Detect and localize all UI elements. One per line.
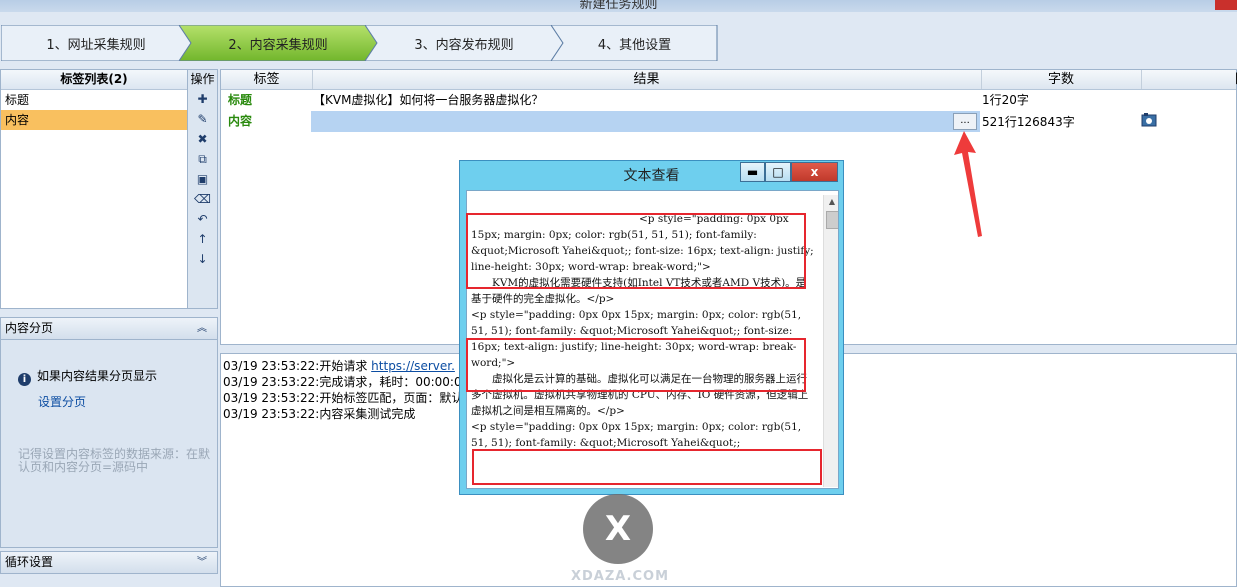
paging-info: i 如果内容结果分页显示 <box>18 367 157 386</box>
window-title: 新建任务规则 <box>579 0 658 12</box>
step-4-label: 4、其他设置 <box>597 37 672 53</box>
row2-result-cell[interactable] <box>311 111 980 132</box>
step-wizard: 1、网址采集规则 2、内容采集规则 3、内容发布规则 4、其他设置 <box>0 25 720 62</box>
move-down-icon[interactable]: ↓ <box>188 249 217 269</box>
log-link[interactable]: https://server. <box>371 359 455 373</box>
log-line: 03/19 23:53:22:开始请求 https://server. <box>223 359 455 373</box>
loop-header-label: 循环设置 <box>5 555 54 569</box>
row1-tag[interactable]: 标题 <box>228 90 252 110</box>
step-1-label: 1、网址采集规则 <box>46 37 146 53</box>
paging-note: 记得设置内容标签的数据来源：在默认页和内容分页=源码中 <box>18 447 211 474</box>
edit-icon[interactable]: ✎ <box>188 109 217 129</box>
row2-tag[interactable]: 内容 <box>228 111 252 131</box>
paging-info-text: 如果内容结果分页显示 <box>37 369 158 383</box>
paging-section-header[interactable]: 内容分页 ︽ <box>0 317 218 340</box>
col-count-header[interactable]: 字数 <box>981 70 1142 89</box>
chevron-down-icon[interactable]: ︾ <box>197 552 207 573</box>
log-line: 03/19 23:53:22:完成请求，耗时：00:00:00. <box>223 375 474 389</box>
delete-icon[interactable]: ✖ <box>188 129 217 149</box>
text-view-dialog: 文本查看 ▬ □ x <p style="padding: 0px 0px 15… <box>459 160 844 495</box>
tag-list-item-title[interactable]: 标题 <box>1 90 187 110</box>
step-4-other-settings[interactable]: 4、其他设置 <box>551 25 718 61</box>
log-line: 03/19 23:53:22:内容采集测试完成 <box>223 407 416 421</box>
set-paging-link[interactable]: 设置分页 <box>38 393 86 410</box>
undo-icon[interactable]: ↶ <box>188 209 217 229</box>
trash-icon[interactable]: ⌫ <box>188 189 217 209</box>
tag-list-header: 标签列表(2) <box>1 70 187 90</box>
col-imglink-header[interactable]: 图链 <box>1141 70 1237 89</box>
row1-count: 1行20字 <box>982 93 1029 107</box>
minimize-button[interactable]: ▬ <box>740 162 765 182</box>
row2-count: 521行126843字 <box>982 115 1075 129</box>
text-line: <p style="padding: 0px 0px 15px; margin:… <box>471 421 802 449</box>
ops-toolbar: 操作 ✚ ✎ ✖ ⧉ ▣ ⌫ ↶ ↑ ↓ <box>188 69 218 309</box>
ops-header: 操作 <box>190 72 215 86</box>
scroll-thumb[interactable] <box>826 211 838 229</box>
maximize-button[interactable]: □ <box>765 162 791 182</box>
annotation-arrow <box>954 131 982 237</box>
window-titlebar: 新建任务规则 <box>0 0 1237 12</box>
step-3-label: 3、内容发布规则 <box>414 37 514 53</box>
chevron-up-icon[interactable]: ︽ <box>197 318 207 339</box>
window-close-button[interactable] <box>1215 0 1237 10</box>
dialog-close-button[interactable]: x <box>791 162 838 182</box>
step-3-publish-rules[interactable]: 3、内容发布规则 <box>365 25 563 61</box>
paging-header-label: 内容分页 <box>5 321 54 335</box>
move-up-icon[interactable]: ↑ <box>188 229 217 249</box>
annotation-box <box>466 338 806 392</box>
step-2-label: 2、内容采集规则 <box>228 37 328 53</box>
loop-section-header[interactable]: 循环设置 ︾ <box>0 551 218 574</box>
annotation-box <box>466 213 806 289</box>
watermark-text: XDAZA.COM <box>570 569 670 584</box>
scroll-up-icon[interactable]: ▲ <box>824 195 838 209</box>
log-line: 03/19 23:53:22:开始标签匹配，页面：默认页 <box>223 391 476 405</box>
grid-header: 标签 结果 字数 图链 <box>221 70 1237 90</box>
vertical-scrollbar[interactable]: ▲ <box>823 195 838 487</box>
step-2-content-rules[interactable]: 2、内容采集规则 <box>179 25 377 61</box>
add-icon[interactable]: ✚ <box>188 89 217 109</box>
col-tag-header[interactable]: 标签 <box>221 70 313 89</box>
paste-icon[interactable]: ▣ <box>188 169 217 189</box>
annotation-box <box>472 449 822 485</box>
step-1-url-rules[interactable]: 1、网址采集规则 <box>1 25 191 61</box>
watermark-logo: X <box>583 494 653 564</box>
info-icon: i <box>18 373 31 386</box>
image-link-icon[interactable] <box>1141 113 1157 128</box>
col-result-header[interactable]: 结果 <box>312 70 982 89</box>
row1-result[interactable]: 【KVM虚拟化】如何将一台服务器虚拟化？ <box>313 90 543 110</box>
tag-list-panel: 标签列表(2) 标题 内容 <box>0 69 188 309</box>
copy-icon[interactable]: ⧉ <box>188 149 217 169</box>
paging-section-body: i 如果内容结果分页显示 设置分页 记得设置内容标签的数据来源：在默认页和内容分页… <box>0 340 218 548</box>
tag-list-item-content[interactable]: 内容 <box>1 110 187 130</box>
